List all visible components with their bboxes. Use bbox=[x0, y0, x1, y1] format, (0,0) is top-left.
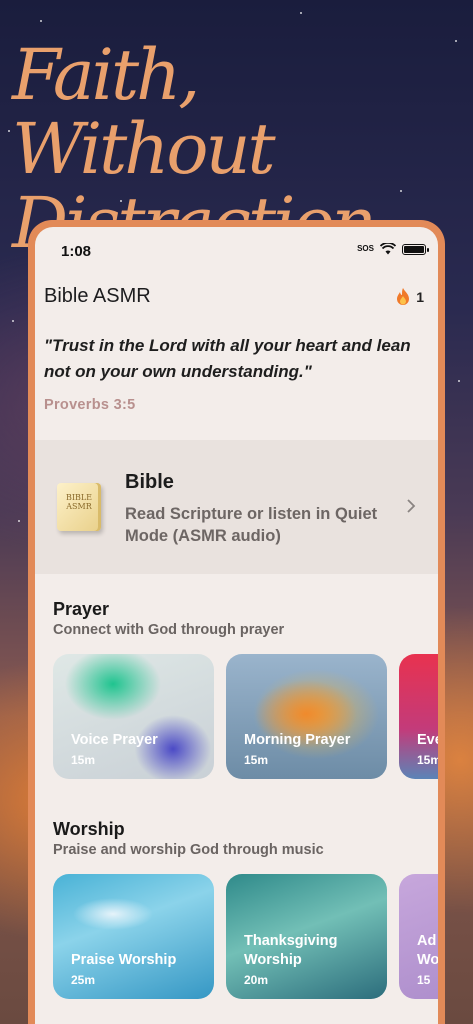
worship-card-thanksgiving[interactable]: Thanksgiving Worship 20m bbox=[226, 874, 387, 999]
device-frame: 1:08 SOS Bible ASMR 1 "Trust in the Lord… bbox=[28, 220, 445, 1024]
prayer-card-morning[interactable]: Morning Prayer 15m bbox=[226, 654, 387, 779]
verse-reference: Proverbs 3:5 bbox=[44, 397, 136, 413]
app-header: Bible ASMR 1 bbox=[35, 275, 438, 319]
prayer-title: Prayer bbox=[53, 599, 110, 619]
worship-card-praise[interactable]: Praise Worship 25m bbox=[53, 874, 214, 999]
worship-card-adoration[interactable]: Ad Wo 15 bbox=[399, 874, 438, 999]
prayer-card-voice[interactable]: Voice Prayer 15m bbox=[53, 654, 214, 779]
sos-indicator: SOS bbox=[357, 244, 374, 253]
worship-subtitle: Praise and worship God through music bbox=[53, 842, 324, 858]
app-title: Bible ASMR bbox=[44, 285, 151, 307]
streak-count: 1 bbox=[416, 289, 424, 305]
card-title: Praise Worship bbox=[71, 952, 177, 968]
card-duration: 15m bbox=[71, 753, 96, 767]
worship-title: Worship bbox=[53, 819, 125, 839]
headline-line-1: Faith, Without bbox=[12, 34, 276, 190]
card-duration: 15m bbox=[244, 753, 269, 767]
status-time: 1:08 bbox=[61, 243, 92, 260]
card-duration: 25m bbox=[71, 973, 96, 987]
verse-of-the-day: "Trust in the Lord with all your heart a… bbox=[35, 319, 438, 413]
card-title: Voice Prayer bbox=[71, 732, 158, 748]
card-title: Eve bbox=[417, 732, 438, 748]
card-duration: 15m bbox=[417, 753, 438, 767]
card-duration: 20m bbox=[244, 973, 269, 987]
streak-badge[interactable]: 1 bbox=[395, 287, 424, 307]
worship-section: Worship Praise and worship God through m… bbox=[35, 819, 438, 999]
status-bar: 1:08 SOS bbox=[35, 227, 438, 275]
battery-icon bbox=[402, 243, 429, 255]
flame-icon bbox=[397, 288, 410, 305]
card-title: Thanksgiving Worship bbox=[244, 933, 338, 968]
wifi-icon bbox=[380, 243, 396, 255]
status-icons: SOS bbox=[357, 243, 429, 255]
app-screen: 1:08 SOS Bible ASMR 1 "Trust in the Lord… bbox=[35, 227, 438, 1024]
prayer-cards: Voice Prayer 15m Morning Prayer 15m Eve … bbox=[53, 654, 438, 779]
card-title: Morning Prayer bbox=[244, 732, 351, 748]
verse-text: "Trust in the Lord with all your heart a… bbox=[44, 336, 411, 381]
worship-cards: Praise Worship 25m Thanksgiving Worship … bbox=[53, 874, 438, 999]
card-duration: 15 bbox=[417, 973, 431, 987]
prayer-section: Prayer Connect with God through prayer V… bbox=[35, 599, 438, 779]
bible-card[interactable]: BIBLE ASMR Bible Read Scripture or liste… bbox=[35, 440, 438, 574]
prayer-card-evening[interactable]: Eve 15m bbox=[399, 654, 438, 779]
chevron-right-icon bbox=[407, 499, 416, 513]
bible-card-title: Bible bbox=[125, 471, 174, 493]
bible-card-description: Read Scripture or listen in Quiet Mode (… bbox=[125, 505, 378, 545]
bible-book-icon: BIBLE ASMR bbox=[57, 483, 101, 531]
prayer-subtitle: Connect with God through prayer bbox=[53, 622, 285, 638]
card-title: Ad Wo bbox=[417, 933, 438, 968]
